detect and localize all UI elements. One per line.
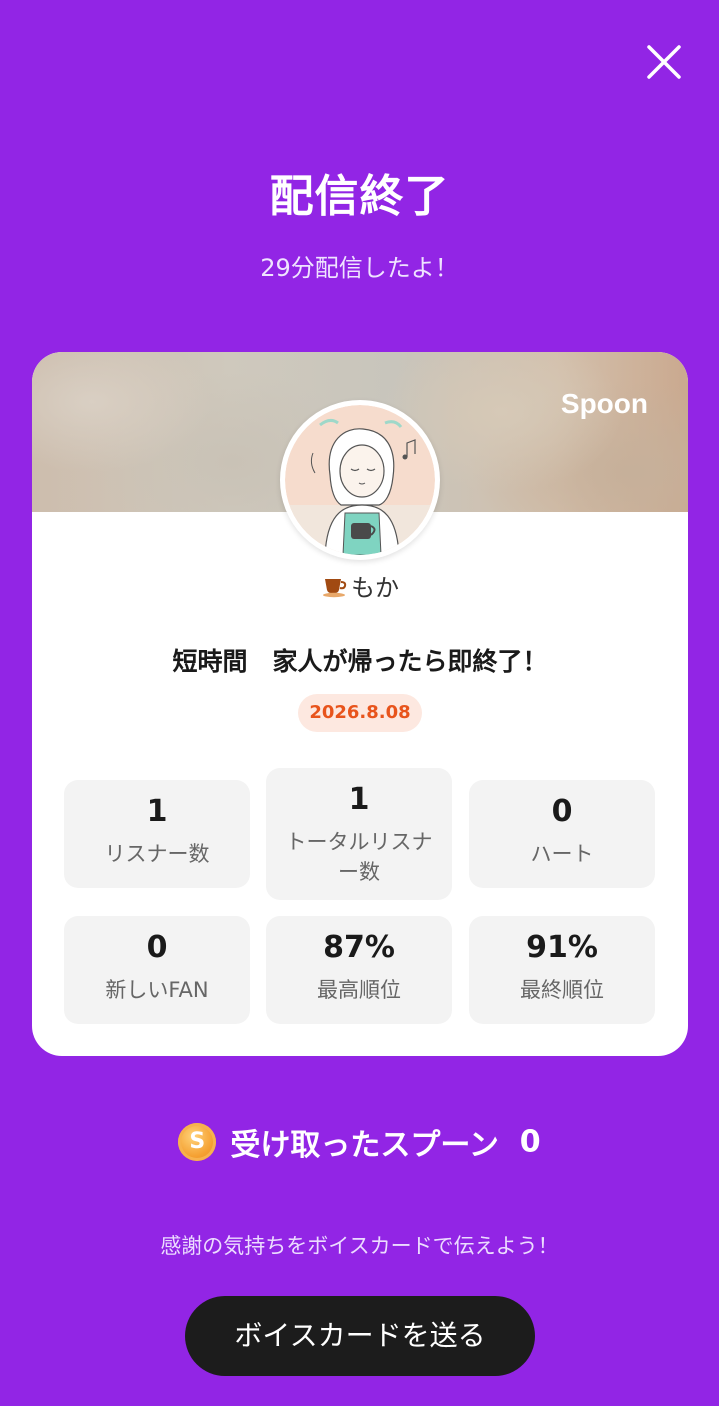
- stat-value: 87%: [323, 930, 395, 965]
- stat-new-fans: 0 新しいFAN: [64, 916, 250, 1024]
- stat-label: 最終順位: [520, 978, 604, 1002]
- avatar-illustration: [285, 405, 435, 555]
- received-spoons: S 受け取ったスプーン 0: [0, 1120, 719, 1170]
- stat-final-rank: 91% 最終順位: [469, 916, 655, 1024]
- page-title: 配信終了: [269, 171, 450, 222]
- stat-value: 1: [146, 794, 168, 829]
- stat-value: 0: [146, 930, 168, 965]
- avatar[interactable]: [280, 400, 440, 560]
- received-spoons-count: 0: [519, 1124, 541, 1160]
- spoon-coin-icon: S: [178, 1123, 217, 1161]
- stat-hearts: 0 ハート: [469, 780, 655, 888]
- close-button[interactable]: [640, 38, 688, 86]
- stat-total-listeners: 1 トータルリスナー数: [266, 768, 452, 900]
- stat-label: 新しいFAN: [105, 978, 209, 1002]
- stat-listeners: 1 リスナー数: [64, 780, 250, 888]
- coffee-cup-icon: [321, 574, 349, 604]
- stat-label: ハート: [530, 842, 594, 866]
- close-icon: [647, 45, 681, 79]
- stat-label: トータルリスナー数: [285, 830, 433, 884]
- username: もか: [32, 568, 688, 604]
- thanks-message: 感謝の気持ちをボイスカードで伝えよう！: [160, 1234, 559, 1258]
- stat-value: 91%: [526, 930, 598, 965]
- broadcast-summary-card: Spoon もか 短時間 家人が帰ったら即終了！ 2026.8.08 1 リスナ…: [32, 352, 688, 1056]
- brand-logo: Spoon: [560, 388, 648, 419]
- stat-label: リスナー数: [104, 842, 210, 866]
- stat-highest-rank: 87% 最高順位: [266, 916, 452, 1024]
- date-badge: 2026.8.08: [298, 694, 422, 732]
- stat-label: 最高順位: [317, 978, 401, 1002]
- received-spoons-label: 受け取ったスプーン: [230, 1128, 499, 1163]
- stat-value: 0: [551, 794, 573, 829]
- username-text: もか: [351, 574, 399, 602]
- send-voice-card-button[interactable]: ボイスカードを送る: [185, 1296, 535, 1376]
- broadcast-title: 短時間 家人が帰ったら即終了！: [172, 647, 548, 676]
- broadcast-duration: 29分配信したよ！: [260, 254, 459, 282]
- stat-value: 1: [348, 782, 370, 817]
